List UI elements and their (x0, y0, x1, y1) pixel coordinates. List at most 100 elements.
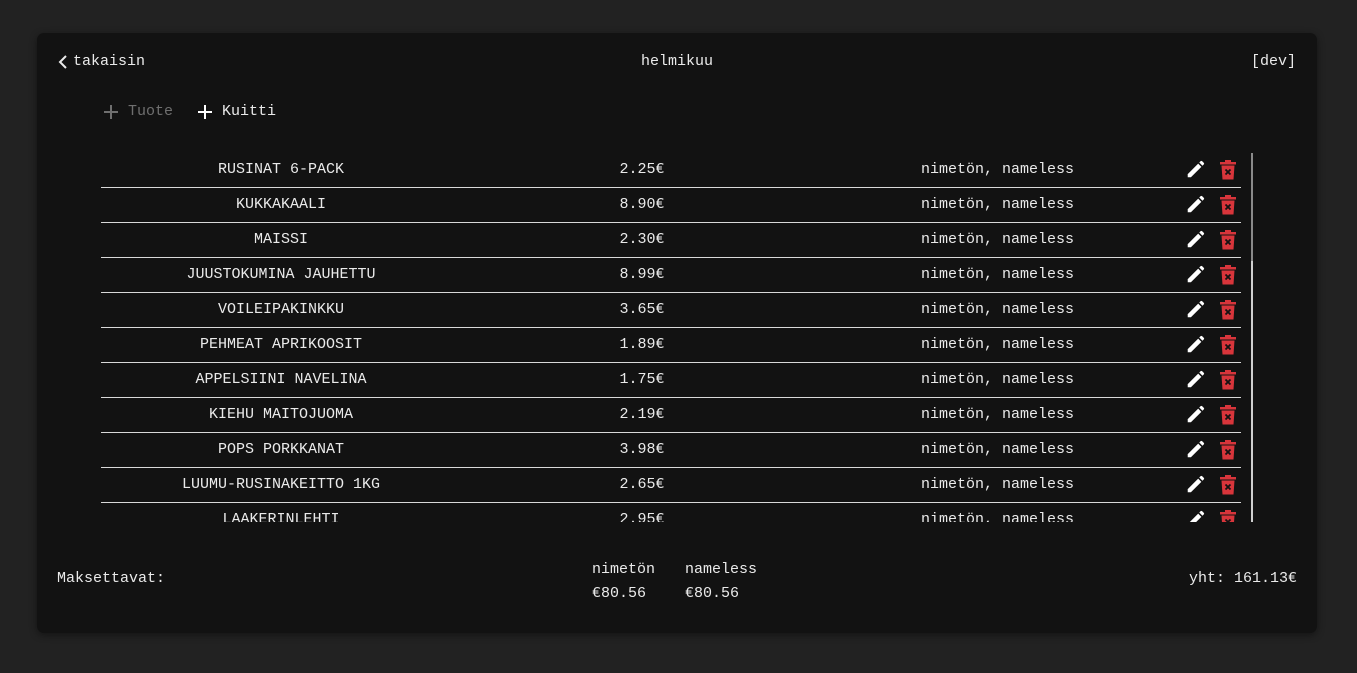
pencil-icon (1184, 300, 1206, 320)
delete-button[interactable] (1219, 265, 1237, 285)
item-name: LAAKERINLEHTI (222, 511, 340, 522)
item-payers: nimetön, nameless (921, 301, 1075, 318)
pencil-icon (1184, 195, 1206, 215)
trash-icon (1219, 230, 1237, 250)
table-row: VOILEIPAKINKKU 3.65€ nimetön, nameless (101, 293, 1241, 328)
table-row: MAISSI 2.30€ nimetön, nameless (101, 223, 1241, 258)
scrollbar-thumb[interactable] (1251, 153, 1253, 261)
item-payers: nimetön, nameless (921, 371, 1075, 388)
trash-icon (1219, 440, 1237, 460)
item-price: 3.65€ (619, 301, 665, 318)
delete-button[interactable] (1219, 160, 1237, 180)
item-name: VOILEIPAKINKKU (217, 301, 345, 318)
payer-name: nameless (685, 561, 758, 578)
item-name: APPELSIINI NAVELINA (195, 371, 367, 388)
edit-button[interactable] (1184, 405, 1206, 425)
item-name: LUUMU-RUSINAKEITTO 1KG (181, 476, 381, 493)
delete-button[interactable] (1219, 510, 1237, 522)
delete-button[interactable] (1219, 475, 1237, 495)
item-payers: nimetön, nameless (921, 266, 1075, 283)
item-price: 2.30€ (619, 231, 665, 248)
delete-button[interactable] (1219, 230, 1237, 250)
payer-name: nimetön (592, 561, 656, 578)
trash-icon (1219, 510, 1237, 522)
item-price: 3.98€ (619, 441, 665, 458)
edit-button[interactable] (1184, 370, 1206, 390)
item-price: 2.65€ (619, 476, 665, 493)
page-title: helmikuu (640, 53, 713, 70)
pencil-icon (1184, 475, 1206, 495)
table-row: KUKKAKAALI 8.90€ nimetön, nameless (101, 188, 1241, 223)
item-name: JUUSTOKUMINA JAUHETTU (186, 266, 376, 283)
item-payers: nimetön, nameless (921, 406, 1075, 423)
edit-button[interactable] (1184, 230, 1206, 250)
dev-label: [dev] (1250, 53, 1296, 70)
table-row: KIEHU MAITOJUOMA 2.19€ nimetön, nameless (101, 398, 1241, 433)
delete-button[interactable] (1219, 370, 1237, 390)
add-product-button[interactable]: Tuote (103, 103, 173, 120)
item-payers: nimetön, nameless (921, 511, 1075, 522)
add-receipt-button[interactable]: Kuitti (197, 103, 276, 120)
pencil-icon (1184, 265, 1206, 285)
delete-button[interactable] (1219, 195, 1237, 215)
edit-button[interactable] (1184, 265, 1206, 285)
item-payers: nimetön, nameless (921, 196, 1075, 213)
trash-icon (1219, 335, 1237, 355)
item-price: 2.25€ (619, 161, 665, 178)
trash-icon (1219, 405, 1237, 425)
table-row: LAAKERINLEHTI 2.95€ nimetön, nameless (101, 503, 1241, 522)
trash-icon (1219, 370, 1237, 390)
pencil-icon (1184, 230, 1206, 250)
pencil-icon (1184, 510, 1206, 522)
trash-icon (1219, 160, 1237, 180)
edit-button[interactable] (1184, 195, 1206, 215)
item-price: 8.99€ (619, 266, 665, 283)
item-price: 1.75€ (619, 371, 665, 388)
plus-icon (198, 104, 213, 119)
action-bar: Tuote Kuitti (103, 103, 276, 120)
top-bar: takaisin helmikuu [dev] (37, 53, 1317, 73)
item-name: KUKKAKAALI (235, 196, 326, 213)
main-card: takaisin helmikuu [dev] Tuote Kuitti RUS… (37, 33, 1317, 633)
trash-icon (1219, 475, 1237, 495)
item-price: 8.90€ (619, 196, 665, 213)
plus-icon (104, 104, 118, 119)
edit-button[interactable] (1184, 335, 1206, 355)
item-payers: nimetön, nameless (921, 476, 1075, 493)
item-name: PEHMEAT APRIKOOSIT (199, 336, 363, 353)
trash-icon (1219, 195, 1237, 215)
item-name: RUSINAT 6-PACK (217, 161, 345, 178)
table-row: JUUSTOKUMINA JAUHETTU 8.99€ nimetön, namel… (101, 258, 1241, 293)
item-name: KIEHU MAITOJUOMA (208, 406, 354, 423)
item-price: 1.89€ (619, 336, 665, 353)
item-name: MAISSI (253, 231, 308, 248)
edit-button[interactable] (1184, 300, 1206, 320)
table-row: POPS PORKKANAT 3.98€ nimetön, nameless (101, 433, 1241, 468)
delete-button[interactable] (1219, 405, 1237, 425)
item-price: 2.95€ (619, 511, 665, 522)
edit-button[interactable] (1184, 510, 1206, 522)
payables-label: Maksettavat: (57, 570, 166, 587)
delete-button[interactable] (1219, 440, 1237, 460)
item-name: POPS PORKKANAT (217, 441, 345, 458)
payer-summary: nameless €80.56 (685, 558, 757, 606)
table-row: PEHMEAT APRIKOOSIT 1.89€ nimetön, nameless (101, 328, 1241, 363)
item-price: 2.19€ (619, 406, 665, 423)
delete-button[interactable] (1219, 300, 1237, 320)
item-list[interactable]: RUSINAT 6-PACK 2.25€ nimetön, nameless KUKK… (101, 153, 1241, 522)
payer-amount: €80.56 (685, 585, 740, 602)
edit-button[interactable] (1184, 475, 1206, 495)
table-row: LUUMU-RUSINAKEITTO 1KG 2.65€ nimetön, name… (101, 468, 1241, 503)
item-payers: nimetön, nameless (921, 161, 1075, 178)
edit-button[interactable] (1184, 440, 1206, 460)
pencil-icon (1184, 335, 1206, 355)
delete-button[interactable] (1219, 335, 1237, 355)
scrollbar[interactable] (1251, 153, 1253, 522)
total-sum: yht: 161.13€ (1188, 570, 1297, 587)
table-row: APPELSIINI NAVELINA 1.75€ nimetön, nameles… (101, 363, 1241, 398)
payer-summary: nimetön €80.56 (592, 558, 655, 606)
payer-amount: €80.56 (592, 585, 647, 602)
trash-icon (1219, 300, 1237, 320)
edit-button[interactable] (1184, 160, 1206, 180)
table-row: RUSINAT 6-PACK 2.25€ nimetön, nameless (101, 153, 1241, 188)
